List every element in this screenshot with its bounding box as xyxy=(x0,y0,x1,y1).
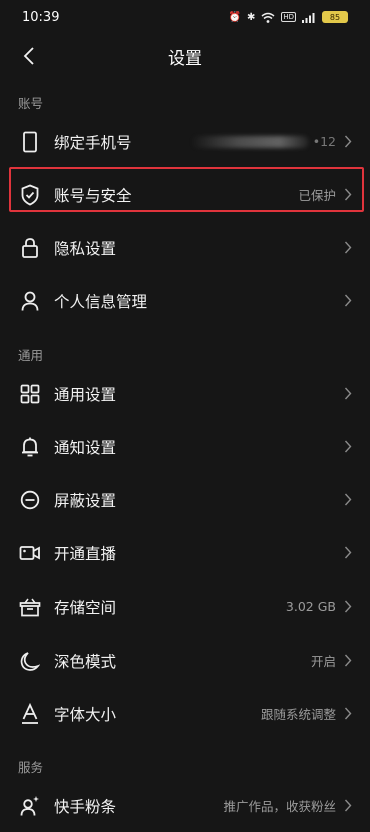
chevron-right-icon xyxy=(342,493,354,507)
row-value: 开启 xyxy=(310,654,336,669)
row-value: 已保护 xyxy=(298,188,336,203)
signal-icon xyxy=(302,12,315,23)
alarm-icon: ⏰ xyxy=(228,11,241,23)
row-privacy[interactable]: 隐私设置 xyxy=(0,221,370,274)
row-account-security[interactable]: 账号与安全 已保护 xyxy=(0,168,370,221)
row-label: 屏蔽设置 xyxy=(54,491,117,510)
chevron-right-icon xyxy=(342,707,354,721)
row-label: 开通直播 xyxy=(54,544,117,563)
chevron-right-icon xyxy=(342,188,354,202)
chevron-right-icon xyxy=(342,294,354,308)
row-bind-phone[interactable]: 绑定手机号 •12 xyxy=(0,115,370,168)
wifi-icon xyxy=(261,12,275,23)
row-label: 快手粉条 xyxy=(54,797,117,816)
phone-icon xyxy=(18,130,42,154)
video-icon xyxy=(18,541,42,565)
row-notification[interactable]: 通知设置 xyxy=(0,420,370,473)
chevron-right-icon xyxy=(342,135,354,149)
sparkle-person-icon xyxy=(18,794,42,818)
chevron-right-icon xyxy=(342,600,354,614)
row-live[interactable]: 开通直播 xyxy=(0,526,370,579)
row-label: 通知设置 xyxy=(54,438,117,457)
row-label: 绑定手机号 xyxy=(54,133,132,152)
row-font-size[interactable]: 字体大小 跟随系统调整 xyxy=(0,687,370,740)
row-value: •12 xyxy=(312,134,336,149)
chevron-right-icon xyxy=(342,241,354,255)
section-title-general: 通用 xyxy=(18,348,44,363)
row-value: 推广作品，收获粉丝 xyxy=(223,799,336,814)
phone-number-blurred xyxy=(190,135,309,148)
row-general-settings[interactable]: 通用设置 xyxy=(0,367,370,420)
battery-icon: 85 xyxy=(322,11,348,23)
row-label: 存储空间 xyxy=(54,598,117,617)
chevron-right-icon xyxy=(342,654,354,668)
section-title-account: 账号 xyxy=(18,96,44,111)
status-bar: 10:39 ⏰ ✱ HD 85 xyxy=(0,0,370,34)
grid-icon xyxy=(18,382,42,406)
row-label: 字体大小 xyxy=(54,705,117,724)
shield-check-icon xyxy=(18,183,42,207)
lock-icon xyxy=(18,236,42,260)
back-button[interactable] xyxy=(14,41,44,71)
nav-bar: 设置 xyxy=(0,34,370,78)
status-icons: ⏰ ✱ HD 85 xyxy=(228,11,348,23)
bell-icon xyxy=(18,435,42,459)
section-title-service: 服务 xyxy=(18,760,44,775)
row-storage[interactable]: 存储空间 3.02 GB xyxy=(0,580,370,633)
row-label: 账号与安全 xyxy=(54,186,132,205)
chevron-right-icon xyxy=(342,387,354,401)
row-personal-info[interactable]: 个人信息管理 xyxy=(0,274,370,327)
block-icon xyxy=(18,488,42,512)
row-block[interactable]: 屏蔽设置 xyxy=(0,473,370,526)
row-label: 深色模式 xyxy=(54,652,117,671)
bluetooth-icon: ✱ xyxy=(246,11,256,23)
chevron-right-icon xyxy=(342,546,354,560)
status-time: 10:39 xyxy=(22,9,60,25)
row-value: 3.02 GB xyxy=(285,599,336,614)
storage-box-icon xyxy=(18,595,42,619)
chevron-right-icon xyxy=(342,440,354,454)
moon-icon xyxy=(18,649,42,673)
row-label: 通用设置 xyxy=(54,385,117,404)
chevron-left-icon xyxy=(23,47,34,65)
row-label: 隐私设置 xyxy=(54,239,117,258)
row-value: 跟随系统调整 xyxy=(260,707,336,722)
page-title: 设置 xyxy=(168,48,202,69)
font-size-icon xyxy=(18,702,42,726)
hd-icon: HD xyxy=(281,12,296,22)
chevron-right-icon xyxy=(342,799,354,813)
row-label: 个人信息管理 xyxy=(54,292,148,311)
row-dark-mode[interactable]: 深色模式 开启 xyxy=(0,634,370,687)
person-icon xyxy=(18,289,42,313)
row-kuaishou-fans[interactable]: 快手粉条 推广作品，收获粉丝 xyxy=(0,779,370,832)
